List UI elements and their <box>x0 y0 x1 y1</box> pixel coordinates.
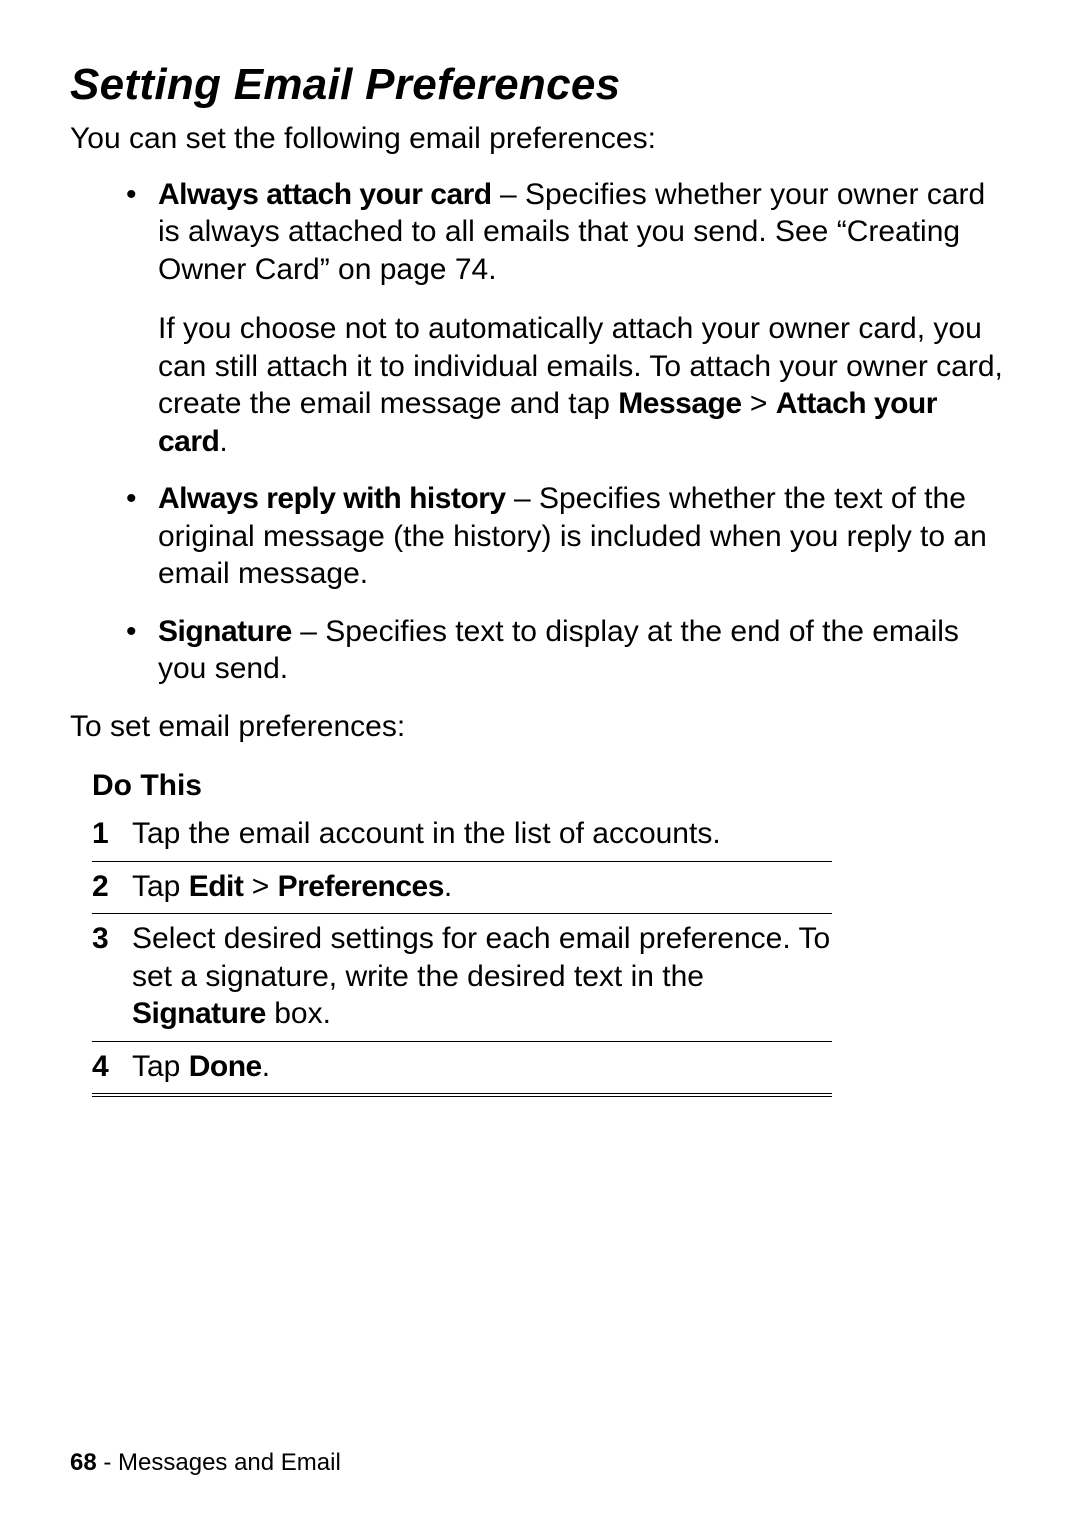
button-done: Done <box>189 1050 262 1083</box>
menu-sep: > <box>243 870 277 903</box>
menu-preferences: Preferences <box>278 870 444 903</box>
step-number: 1 <box>92 815 132 853</box>
step-number: 2 <box>92 868 132 906</box>
pref-signature: Signature – Specifies text to display at… <box>126 613 1010 688</box>
step-row: 4 Tap Done. <box>92 1042 832 1098</box>
step-body: Tap Edit > Preferences. <box>132 868 832 906</box>
field-signature: Signature <box>132 997 266 1030</box>
step-row: 3 Select desired settings for each email… <box>92 914 832 1042</box>
pref-extra-post: . <box>219 425 227 458</box>
pref-always-attach-card: Always attach your card – Specifies whet… <box>126 176 1010 461</box>
preferences-list: Always attach your card – Specifies whet… <box>70 176 1010 688</box>
step-row: 1 Tap the email account in the list of a… <box>92 809 832 862</box>
lead-text: To set email preferences: <box>70 708 1010 746</box>
footer-sep: - <box>97 1449 118 1476</box>
step-text-pre: Tap <box>132 870 189 903</box>
step-text-post: . <box>262 1050 270 1083</box>
menu-sep: > <box>742 387 776 420</box>
pref-term: Always reply with history <box>158 482 506 515</box>
step-body: Tap Done. <box>132 1048 832 1086</box>
page-number: 68 <box>70 1449 97 1476</box>
step-text-pre: Select desired settings for each email p… <box>132 922 830 993</box>
step-body: Select desired settings for each email p… <box>132 920 832 1033</box>
step-body: Tap the email account in the list of acc… <box>132 815 832 853</box>
menu-message: Message <box>618 387 741 420</box>
pref-reply-with-history: Always reply with history – Specifies wh… <box>126 480 1010 593</box>
intro-text: You can set the following email preferen… <box>70 120 1010 158</box>
steps-header: Do This <box>92 769 832 803</box>
section-heading: Setting Email Preferences <box>70 60 1010 110</box>
steps-block: Do This 1 Tap the email account in the l… <box>92 769 832 1097</box>
footer-section: Messages and Email <box>118 1449 341 1476</box>
step-number: 3 <box>92 920 132 958</box>
page-footer: 68 - Messages and Email <box>70 1449 341 1477</box>
menu-edit: Edit <box>189 870 244 903</box>
step-number: 4 <box>92 1048 132 1086</box>
step-row: 2 Tap Edit > Preferences. <box>92 862 832 915</box>
step-text-post: . <box>444 870 452 903</box>
pref-term: Signature <box>158 615 292 648</box>
step-text-pre: Tap <box>132 1050 189 1083</box>
pref-term: Always attach your card <box>158 178 492 211</box>
page: Setting Email Preferences You can set th… <box>0 0 1080 1525</box>
step-text-post: box. <box>266 997 331 1030</box>
